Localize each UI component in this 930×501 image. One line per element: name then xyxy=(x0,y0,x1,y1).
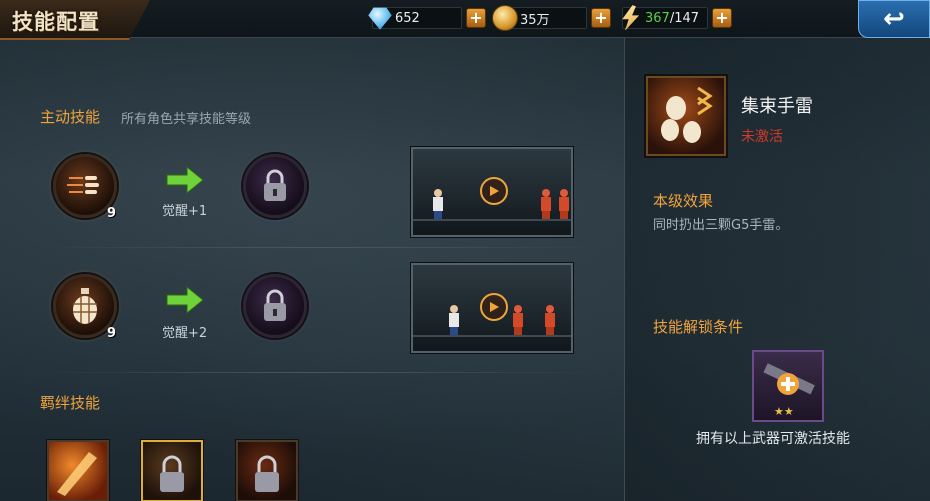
grenade-icon xyxy=(73,288,97,324)
locked-awaken-skill[interactable] xyxy=(243,274,307,338)
lock-icon xyxy=(255,455,279,492)
unlock-text: 拥有以上武器可激活技能 xyxy=(696,431,850,447)
awaken-label: 觉醒+2 xyxy=(162,326,208,341)
play-icon[interactable] xyxy=(480,293,508,321)
bond-skill-slot-selected[interactable] xyxy=(141,440,203,501)
awaken-label: 觉醒+1 xyxy=(162,204,208,219)
active-skills-title: 主动技能 xyxy=(40,108,101,126)
add-gems-button[interactable]: + xyxy=(466,8,486,28)
bond-skills-title: 羁绊技能 xyxy=(40,394,101,412)
lock-icon xyxy=(160,455,184,492)
green-arrow-icon xyxy=(165,285,205,315)
energy-counter: 367/147 + xyxy=(622,5,732,31)
lock-icon xyxy=(264,169,286,201)
effect-text: 同时扔出三颗G5手雷。 xyxy=(653,218,789,233)
page-title: 技能配置 xyxy=(12,10,100,34)
play-icon[interactable] xyxy=(480,177,508,205)
svg-text:★★: ★★ xyxy=(774,405,794,418)
skill-status: 未激活 xyxy=(741,129,783,145)
add-energy-button[interactable]: + xyxy=(712,8,732,28)
gem-counter: 652 + xyxy=(368,7,486,30)
enemy-soldier xyxy=(545,305,555,335)
required-weapon-slot[interactable]: ★★ xyxy=(752,350,824,422)
coin-counter: 35万 + xyxy=(492,5,611,31)
hero-soldier xyxy=(433,189,443,219)
skill-level: 9 xyxy=(107,326,117,341)
hero-soldier xyxy=(449,305,459,335)
coin-icon xyxy=(492,5,518,31)
energy-current: 367 xyxy=(645,10,670,26)
blade-icon xyxy=(57,452,97,496)
weapon-icon: ★★ xyxy=(763,363,815,418)
skill-preview-video[interactable] xyxy=(411,147,573,237)
bond-skill-slot[interactable] xyxy=(47,440,109,501)
add-coins-button[interactable]: + xyxy=(591,8,611,28)
bullets-icon xyxy=(67,176,99,194)
active-skills-subtitle: 所有角色共享技能等级 xyxy=(121,112,252,127)
locked-awaken-skill[interactable] xyxy=(243,154,307,218)
coin-value: 35万 xyxy=(520,12,550,28)
enemy-soldier xyxy=(559,189,569,219)
row-divider xyxy=(40,372,600,373)
skill-level: 9 xyxy=(107,206,117,221)
cluster-grenade-icon xyxy=(661,86,713,143)
green-arrow-icon xyxy=(165,165,205,195)
effect-title: 本级效果 xyxy=(653,192,714,210)
skill-preview-video[interactable] xyxy=(411,263,573,353)
back-button[interactable]: ↩ xyxy=(858,0,930,38)
enemy-soldier xyxy=(541,189,551,219)
lock-icon xyxy=(264,289,286,321)
bond-skill-slot[interactable] xyxy=(236,440,298,501)
gem-value: 652 xyxy=(395,10,420,26)
row-divider xyxy=(40,247,600,248)
back-arrow-icon: ↩ xyxy=(883,4,905,34)
selected-skill-icon xyxy=(646,76,726,156)
enemy-soldier xyxy=(513,305,523,335)
skill-name: 集束手雷 xyxy=(741,96,813,117)
energy-max: /147 xyxy=(669,10,700,26)
unlock-title: 技能解锁条件 xyxy=(653,318,744,336)
